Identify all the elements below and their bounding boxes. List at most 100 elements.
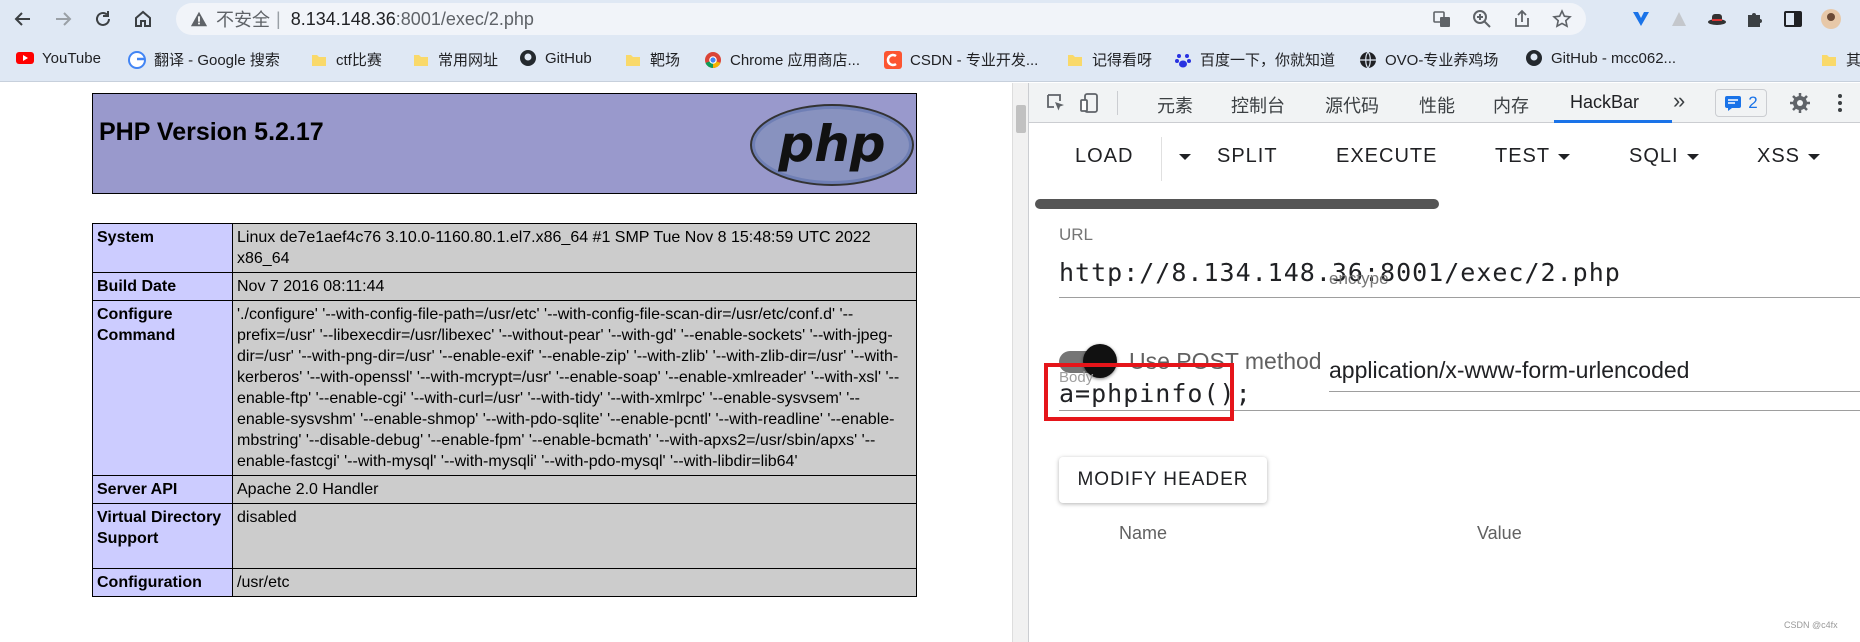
- translate-icon[interactable]: [1432, 9, 1452, 29]
- xss-menu[interactable]: XSS: [1757, 145, 1821, 168]
- bookmark-youtube[interactable]: YouTube: [16, 49, 101, 67]
- extension-hat-icon[interactable]: [1706, 8, 1728, 30]
- bookmark-range[interactable]: 靶场: [624, 49, 680, 70]
- zoom-icon[interactable]: [1472, 9, 1492, 29]
- folder-icon: [1822, 54, 1836, 66]
- arrow-left-icon: [14, 12, 30, 26]
- bookmark-github-mcc[interactable]: GitHub - mcc062...: [1525, 49, 1676, 67]
- page-title: PHP Version 5.2.17: [99, 118, 324, 146]
- sqli-menu[interactable]: SQLI: [1629, 145, 1699, 168]
- message-icon: [1725, 96, 1742, 111]
- bookmark-label: GitHub: [545, 49, 592, 67]
- page-scrollbar[interactable]: [1012, 83, 1028, 642]
- page-scrollbar-thumb[interactable]: [1016, 105, 1026, 133]
- tab-console[interactable]: 控制台: [1231, 92, 1285, 118]
- table-row: Configuration /usr/etc: [92, 568, 917, 597]
- bookmark-other[interactable]: 其: [1820, 49, 1860, 70]
- devtools-tabbar: 元素 控制台 源代码 性能 内存 HackBar » 2: [1029, 83, 1860, 123]
- bookmark-star-icon[interactable]: [1552, 9, 1572, 29]
- extensions-bar: [1630, 8, 1842, 30]
- bookmark-csdn[interactable]: CSDN - 专业开发...: [884, 49, 1038, 70]
- row-key: Server API: [92, 475, 233, 504]
- chevron-down-icon: [1808, 153, 1821, 160]
- modify-header-button[interactable]: MODIFY HEADER: [1059, 457, 1267, 503]
- chevron-down-icon: [1558, 153, 1571, 160]
- reload-button[interactable]: [86, 2, 120, 36]
- issues-badge[interactable]: 2: [1715, 89, 1767, 117]
- watermark: CSDN @c4fx: [1784, 620, 1838, 630]
- xss-label: XSS: [1757, 145, 1801, 167]
- github-icon: [1526, 50, 1542, 66]
- row-key: Configuration: [92, 568, 233, 597]
- bookmark-common-sites[interactable]: 常用网址: [412, 49, 498, 70]
- tab-performance[interactable]: 性能: [1419, 92, 1455, 118]
- load-button[interactable]: LOAD: [1075, 145, 1133, 168]
- row-value: /usr/etc: [232, 568, 917, 597]
- load-dropdown-button[interactable]: [1171, 145, 1191, 168]
- security-status: 不安全: [216, 10, 270, 30]
- issues-count: 2: [1748, 93, 1758, 112]
- bookmark-label: Chrome 应用商店...: [730, 52, 861, 69]
- extensions-puzzle-icon[interactable]: [1744, 8, 1766, 30]
- php-logo-text: php: [777, 115, 885, 173]
- bookmark-ovo[interactable]: OVO-专业养鸡场: [1359, 49, 1498, 70]
- forward-button[interactable]: [46, 2, 80, 36]
- menu-divider: [1161, 137, 1162, 181]
- header-name-column: Name: [1119, 523, 1168, 543]
- folder-icon: [626, 54, 640, 66]
- table-row: Configure Command './configure' '--with-…: [92, 300, 917, 476]
- url-field-underline: [1059, 297, 1860, 298]
- execute-button[interactable]: EXECUTE: [1336, 145, 1437, 168]
- hackbar-horizontal-scrollbar[interactable]: [1035, 199, 1439, 209]
- home-button[interactable]: [126, 2, 160, 36]
- bookmark-github[interactable]: GitHub: [519, 49, 592, 67]
- row-value: disabled: [232, 503, 917, 569]
- inspect-element-icon[interactable]: [1045, 92, 1067, 114]
- gear-icon[interactable]: [1789, 92, 1811, 114]
- row-key: System: [92, 223, 233, 273]
- tab-hackbar[interactable]: HackBar: [1570, 92, 1639, 113]
- bookmark-remember[interactable]: 记得看呀: [1066, 49, 1152, 70]
- row-value: Linux de7e1aef4c76 3.10.0-1160.80.1.el7.…: [232, 223, 917, 273]
- more-tabs-button[interactable]: »: [1673, 88, 1685, 114]
- bookmark-ctf[interactable]: ctf比赛: [310, 49, 382, 70]
- page-content: PHP Version 5.2.17 php System Linux de7e…: [0, 83, 1012, 642]
- browser-toolbar: 不安全 | 8.134.148.36 :8001/exec/2.php: [0, 0, 1860, 38]
- github-icon: [520, 50, 536, 66]
- sidepanel-icon[interactable]: [1782, 8, 1804, 30]
- tab-memory[interactable]: 内存: [1493, 92, 1529, 118]
- device-toolbar-icon[interactable]: [1079, 92, 1101, 114]
- test-menu[interactable]: TEST: [1495, 145, 1571, 168]
- profile-avatar-icon[interactable]: [1820, 8, 1842, 30]
- highlight-box: [1044, 363, 1234, 421]
- back-button[interactable]: [6, 2, 40, 36]
- bookmark-baidu[interactable]: 百度一下，你就知道: [1174, 49, 1335, 70]
- tab-elements[interactable]: 元素: [1157, 92, 1193, 118]
- enctype-select[interactable]: application/x-www-form-urlencoded: [1329, 357, 1689, 384]
- table-row: System Linux de7e1aef4c76 3.10.0-1160.80…: [92, 223, 917, 273]
- hackbar-menu: LOAD SPLIT EXECUTE TEST SQLI XSS: [1029, 123, 1860, 191]
- bookmark-label: 靶场: [650, 52, 681, 69]
- bookmark-chrome-store[interactable]: Chrome 应用商店...: [704, 49, 860, 70]
- enctype-label: enctype: [1329, 269, 1389, 288]
- bookmark-label: 记得看呀: [1092, 52, 1153, 69]
- extension-triangle-icon[interactable]: [1668, 8, 1690, 30]
- bookmark-label: 百度一下，你就知道: [1200, 52, 1336, 69]
- folder-icon: [312, 54, 326, 66]
- more-vertical-icon[interactable]: [1829, 92, 1851, 114]
- bookmark-google-translate[interactable]: 翻译 - Google 搜索: [128, 49, 280, 70]
- share-icon[interactable]: [1512, 9, 1532, 29]
- globe-icon: [1360, 51, 1376, 68]
- row-key: Configure Command: [92, 300, 233, 476]
- chevron-down-icon: [1179, 153, 1191, 160]
- extension-v-icon[interactable]: [1630, 8, 1652, 30]
- url-field-label: URL: [1059, 225, 1094, 244]
- baidu-icon: [1175, 53, 1191, 67]
- php-version-header: PHP Version 5.2.17 php: [92, 93, 917, 194]
- url-host: 8.134.148.36: [290, 8, 396, 29]
- split-button[interactable]: SPLIT: [1217, 145, 1278, 168]
- tab-sources[interactable]: 源代码: [1325, 92, 1379, 118]
- address-bar[interactable]: 不安全 | 8.134.148.36 :8001/exec/2.php: [176, 3, 1586, 35]
- row-value: Apache 2.0 Handler: [232, 475, 917, 504]
- bookmark-label: ctf比赛: [336, 52, 382, 69]
